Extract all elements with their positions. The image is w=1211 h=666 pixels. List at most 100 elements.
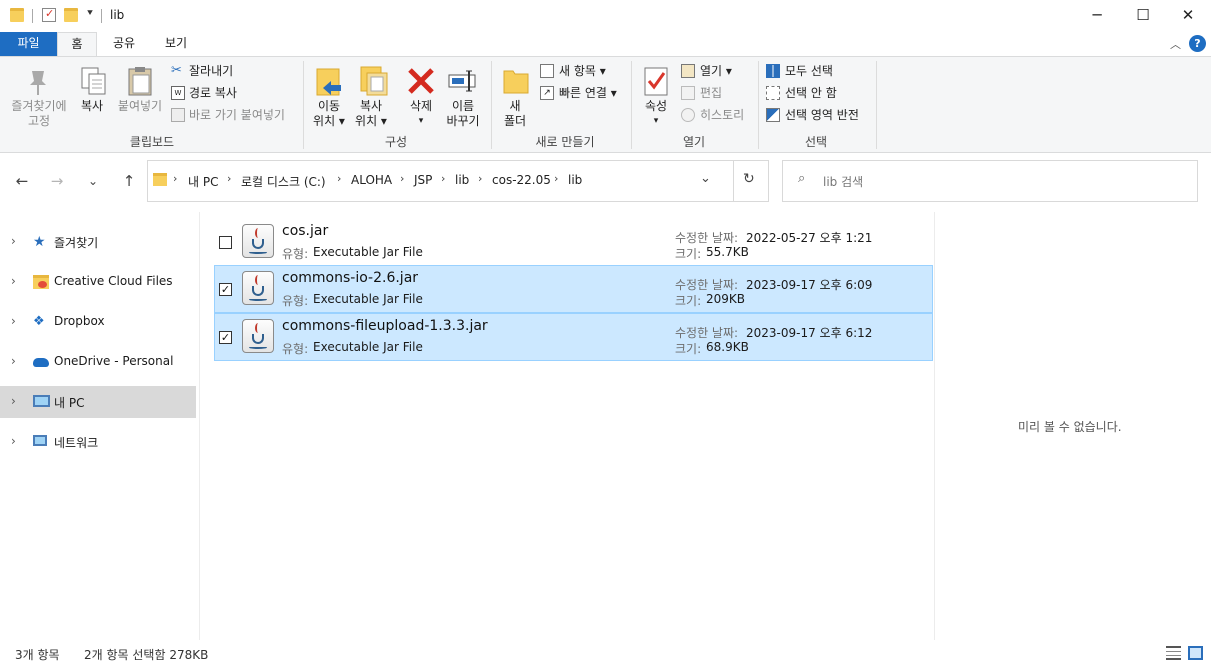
open-button[interactable]: 열기 ▾: [700, 62, 732, 80]
address-bar[interactable]: › 내 PC › 로컬 디스크 (C:) › ALOHA › JSP › lib…: [147, 160, 769, 202]
java-jar-icon: [242, 271, 274, 305]
divider: [631, 61, 632, 149]
crumb-lib[interactable]: lib: [455, 173, 469, 187]
date-label: 수정한 날짜:: [675, 326, 739, 340]
copy-to-button[interactable]: 복사 위치 ▾: [352, 99, 390, 129]
network-icon: [33, 435, 47, 446]
close-button[interactable]: ✕: [1165, 0, 1211, 32]
collapse-ribbon-icon[interactable]: ︿: [1170, 36, 1181, 52]
row-checkbox[interactable]: ✓: [219, 283, 232, 296]
forward-button[interactable]: →: [46, 170, 68, 192]
open-group-label: 열기: [682, 135, 706, 149]
chevron-right-icon[interactable]: ›: [11, 234, 16, 248]
cut-button[interactable]: 잘라내기: [189, 62, 233, 80]
crumb-lib-current[interactable]: lib: [568, 173, 582, 187]
row-checkbox[interactable]: [219, 236, 232, 249]
nav-item-this-pc[interactable]: › 내 PC: [0, 386, 196, 418]
divider: [199, 212, 200, 640]
divider: [876, 61, 877, 149]
properties-label-2: ▾: [653, 116, 659, 126]
file-row[interactable]: ✓ commons-fileupload-1.3.3.jar 유형: Execu…: [214, 313, 933, 361]
file-name[interactable]: cos.jar: [282, 223, 328, 239]
file-type: Executable Jar File: [313, 245, 423, 259]
move-to-button[interactable]: 이동 위치 ▾: [310, 99, 348, 129]
crumb-separator: ›: [478, 172, 483, 185]
folder-icon: [10, 8, 24, 22]
tab-file[interactable]: 파일: [0, 32, 57, 56]
navigation-pane: › ★ 즐겨찾기 › Creative Cloud Files › ❖ Drop…: [0, 208, 199, 640]
chevron-right-icon[interactable]: ›: [11, 314, 16, 328]
nav-label: OneDrive - Personal: [54, 354, 174, 368]
history-button[interactable]: 히스토리: [700, 106, 744, 124]
nav-item-network[interactable]: › 네트워크: [0, 426, 196, 458]
copy-button[interactable]: 복사: [77, 99, 107, 114]
maximize-button[interactable]: ☐: [1120, 0, 1166, 32]
select-all-button[interactable]: 모두 선택: [785, 62, 833, 80]
invert-selection-button[interactable]: 선택 영역 반전: [785, 106, 859, 124]
new-folder-button[interactable]: 새 폴더: [498, 99, 532, 129]
row-checkbox[interactable]: ✓: [219, 331, 232, 344]
tab-share[interactable]: 공유: [104, 32, 144, 56]
chevron-right-icon[interactable]: ›: [11, 274, 16, 288]
pin-icon: [22, 65, 54, 97]
file-name[interactable]: commons-fileupload-1.3.3.jar: [282, 318, 488, 334]
tab-home[interactable]: 홈: [57, 32, 97, 56]
select-none-icon: [766, 86, 780, 100]
easy-access-icon: ↗: [540, 86, 554, 100]
easy-access-button[interactable]: 빠른 연결 ▾: [559, 84, 617, 102]
file-date: 2023-09-17 오후 6:09: [746, 278, 873, 292]
minimize-button[interactable]: ─: [1074, 0, 1120, 32]
paste-button[interactable]: 붙여넣기: [114, 99, 166, 114]
copyto-label-2: 위치 ▾: [355, 114, 387, 128]
properties-quick-access-icon[interactable]: ✓: [42, 7, 56, 22]
crumb-separator: ›: [441, 172, 446, 185]
new-item-icon: [540, 64, 554, 78]
new-folder-quick-access-icon[interactable]: [64, 8, 78, 22]
new-folder-label-2: 폴더: [503, 114, 527, 128]
copy-path-button[interactable]: 경로 복사: [189, 84, 237, 102]
back-button[interactable]: ←: [11, 170, 33, 192]
crumb-aloha[interactable]: ALOHA: [351, 173, 392, 187]
recent-locations-button[interactable]: ⌄: [82, 170, 104, 192]
chevron-right-icon[interactable]: ›: [11, 434, 16, 448]
chevron-right-icon[interactable]: ›: [11, 354, 16, 368]
properties-button[interactable]: 속성 ▾: [638, 99, 674, 129]
help-icon[interactable]: ?: [1189, 35, 1206, 52]
refresh-button[interactable]: ↻: [743, 171, 755, 187]
new-item-button[interactable]: 새 항목 ▾: [559, 62, 606, 80]
up-button[interactable]: ↑: [118, 170, 140, 192]
dropbox-icon: ❖: [33, 314, 45, 329]
crumb-separator: ›: [400, 172, 405, 185]
crumb-jsp[interactable]: JSP: [414, 173, 432, 187]
search-input[interactable]: ⌕ lib 검색: [782, 160, 1198, 202]
invert-selection-icon: [766, 108, 780, 122]
crumb-local-disk[interactable]: 로컬 디스크 (C:): [241, 173, 326, 190]
large-icons-view-icon[interactable]: [1188, 646, 1203, 660]
select-all-icon: [766, 64, 780, 78]
crumb-this-pc[interactable]: 내 PC: [188, 173, 218, 190]
file-row[interactable]: ✓ commons-io-2.6.jar 유형: Executable Jar …: [214, 265, 933, 313]
nav-item-quick-access[interactable]: › ★ 즐겨찾기: [0, 226, 196, 258]
tab-view[interactable]: 보기: [156, 32, 196, 56]
nav-item-creative-cloud[interactable]: › Creative Cloud Files: [0, 266, 196, 298]
edit-button[interactable]: 편집: [700, 84, 722, 102]
nav-item-onedrive[interactable]: › OneDrive - Personal: [0, 346, 196, 378]
pin-label-2: 고정: [27, 114, 51, 128]
paste-shortcut-button[interactable]: 바로 가기 붙여넣기: [189, 106, 285, 124]
delete-label-2: ▾: [418, 116, 424, 126]
nav-item-dropbox[interactable]: › ❖ Dropbox: [0, 306, 196, 338]
address-dropdown-button[interactable]: ⌄: [700, 171, 711, 186]
crumb-cos[interactable]: cos-22.05: [492, 173, 551, 187]
file-row[interactable]: cos.jar 유형: Executable Jar File 수정한 날짜: …: [214, 218, 933, 266]
select-none-button[interactable]: 선택 안 함: [785, 84, 837, 102]
file-date: 2023-09-17 오후 6:12: [746, 326, 873, 340]
chevron-right-icon[interactable]: ›: [11, 394, 16, 408]
customize-quick-access-icon[interactable]: ⯆: [86, 8, 94, 19]
rename-button[interactable]: 이름 바꾸기: [440, 99, 486, 129]
file-size: 68.9KB: [706, 340, 749, 354]
pin-to-quick-access-button[interactable]: 즐겨찾기에 고정: [4, 99, 74, 129]
delete-button[interactable]: 삭제 ▾: [404, 99, 438, 129]
divider: [491, 61, 492, 149]
file-name[interactable]: commons-io-2.6.jar: [282, 270, 418, 286]
details-view-icon[interactable]: [1166, 646, 1181, 660]
